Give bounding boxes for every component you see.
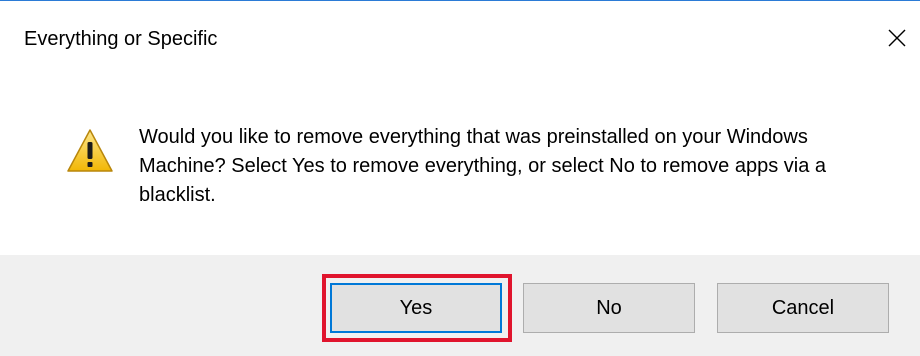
dialog-message: Would you like to remove everything that… xyxy=(139,126,827,206)
dialog-title: Everything or Specific xyxy=(24,28,218,50)
title-bar: Everything or Specific xyxy=(0,1,920,87)
warning-icon xyxy=(67,129,113,172)
cancel-button[interactable]: Cancel xyxy=(717,283,889,333)
close-button[interactable] xyxy=(880,21,914,55)
close-icon xyxy=(888,29,906,47)
no-button[interactable]: No xyxy=(523,283,695,333)
yes-button[interactable]: Yes xyxy=(330,283,502,333)
message-dialog: Everything or Specific Would you like to… xyxy=(0,0,920,356)
dialog-content: Would you like to remove everything that… xyxy=(0,87,920,253)
